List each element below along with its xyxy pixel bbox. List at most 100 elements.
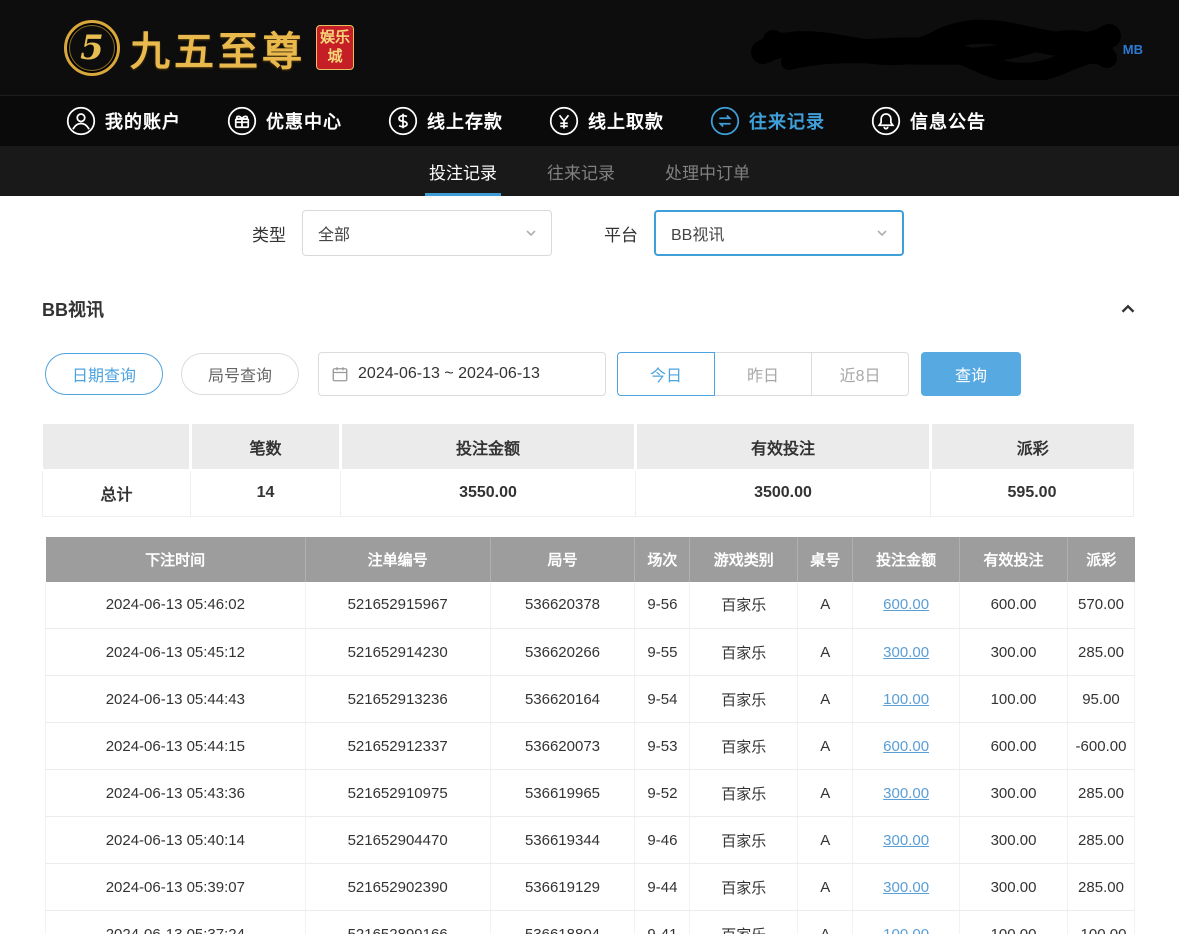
nav-item-promotions[interactable]: 优惠中心 (227, 106, 342, 136)
table-no-cell: A (798, 911, 853, 934)
bets-table: 下注时间 注单编号 局号 场次 游戏类别 桌号 投注金额 有效投注 派彩 202… (45, 537, 1135, 934)
summary-corner-cell (43, 424, 191, 470)
search-button[interactable]: 查询 (921, 352, 1021, 396)
session-cell: 9-44 (635, 864, 690, 911)
logo-badge: 娱乐城 (316, 25, 354, 71)
withdraw-coin-icon (549, 106, 579, 136)
sub-nav: 投注记录 往来记录 处理中订单 (0, 146, 1179, 196)
nav-item-deposit[interactable]: 线上存款 (388, 106, 503, 136)
table-row: 2024-06-13 05:40:14521652904470536619344… (46, 817, 1135, 864)
payout-cell: 285.00 (1067, 770, 1134, 817)
nav-item-withdraw[interactable]: 线上取款 (549, 106, 664, 136)
table-row: 2024-06-13 05:37:24521652899166536618804… (46, 911, 1135, 934)
type-select-value: 全部 (318, 221, 350, 245)
yesterday-button[interactable]: 昨日 (714, 352, 812, 396)
date-range-value: 2024-06-13 ~ 2024-06-13 (358, 365, 540, 383)
bet-amount-link[interactable]: 100.00 (883, 926, 929, 934)
summary-count-value: 14 (191, 470, 341, 516)
bet-time-cell: 2024-06-13 05:40:14 (46, 817, 306, 864)
nav-item-transaction-records[interactable]: 往来记录 (710, 106, 825, 136)
nav-item-announcements[interactable]: 信息公告 (871, 106, 986, 136)
bell-icon (871, 106, 901, 136)
summary-header-valid-bet: 有效投注 (636, 424, 931, 470)
column-header-round-no: 局号 (490, 537, 635, 582)
logo-symbol: 5 (80, 28, 104, 68)
bet-amount-link[interactable]: 300.00 (883, 785, 929, 802)
table-row: 2024-06-13 05:39:07521652902390536619129… (46, 864, 1135, 911)
bet-amount-link[interactable]: 300.00 (883, 879, 929, 896)
table-no-cell: A (798, 770, 853, 817)
quick-date-group: 今日 昨日 近8日 (617, 352, 909, 396)
bet-amount-cell: 300.00 (853, 864, 960, 911)
last-8-days-button[interactable]: 近8日 (811, 352, 909, 396)
session-cell: 9-41 (635, 911, 690, 934)
game-type-cell: 百家乐 (690, 770, 798, 817)
payout-cell: 95.00 (1067, 676, 1134, 723)
payout-cell: 285.00 (1067, 629, 1134, 676)
date-range-picker[interactable]: 2024-06-13 ~ 2024-06-13 (318, 352, 606, 396)
summary-bet-amount-value: 3550.00 (341, 470, 636, 516)
bet-amount-link[interactable]: 300.00 (883, 644, 929, 661)
nav-item-label: 信息公告 (910, 108, 986, 134)
valid-bet-cell: 300.00 (960, 864, 1068, 911)
summary-total-label: 总计 (43, 470, 191, 516)
bet-id-cell: 521652899166 (305, 911, 490, 934)
bet-time-cell: 2024-06-13 05:39:07 (46, 864, 306, 911)
bet-amount-link[interactable]: 300.00 (883, 832, 929, 849)
game-type-cell: 百家乐 (690, 723, 798, 770)
session-cell: 9-53 (635, 723, 690, 770)
bet-id-cell: 521652915967 (305, 582, 490, 629)
user-icon (66, 106, 96, 136)
table-no-cell: A (798, 582, 853, 629)
round-query-button[interactable]: 局号查询 (181, 353, 299, 395)
table-no-cell: A (798, 723, 853, 770)
bet-time-cell: 2024-06-13 05:44:43 (46, 676, 306, 723)
bet-time-cell: 2024-06-13 05:37:24 (46, 911, 306, 934)
bet-amount-link[interactable]: 100.00 (883, 691, 929, 708)
bet-id-cell: 521652913236 (305, 676, 490, 723)
table-no-cell: A (798, 864, 853, 911)
tab-processing-orders[interactable]: 处理中订单 (661, 146, 754, 196)
valid-bet-cell: 600.00 (960, 582, 1068, 629)
valid-bet-cell: 300.00 (960, 817, 1068, 864)
nav-item-label: 线上取款 (588, 108, 664, 134)
logo-emblem-icon: 5 (64, 20, 120, 76)
session-cell: 9-46 (635, 817, 690, 864)
session-cell: 9-54 (635, 676, 690, 723)
round-no-cell: 536618804 (490, 911, 635, 934)
session-cell: 9-52 (635, 770, 690, 817)
nav-item-my-account[interactable]: 我的账户 (66, 106, 181, 136)
summary-payout-value: 595.00 (931, 470, 1134, 516)
column-header-bet-time: 下注时间 (46, 537, 306, 582)
platform-select[interactable]: BB视讯 (654, 210, 904, 256)
collapse-section-button[interactable] (1117, 298, 1139, 320)
round-no-cell: 536620164 (490, 676, 635, 723)
query-toolbar: 日期查询 局号查询 2024-06-13 ~ 2024-06-13 今日 昨日 … (45, 352, 1179, 396)
today-button[interactable]: 今日 (617, 352, 715, 396)
game-type-cell: 百家乐 (690, 629, 798, 676)
tab-betting-records[interactable]: 投注记录 (425, 146, 501, 196)
bet-amount-link[interactable]: 600.00 (883, 596, 929, 613)
round-no-cell: 536620266 (490, 629, 635, 676)
date-query-button[interactable]: 日期查询 (45, 353, 163, 395)
type-select[interactable]: 全部 (302, 210, 552, 256)
tab-transaction-records[interactable]: 往来记录 (543, 146, 619, 196)
valid-bet-cell: 100.00 (960, 911, 1068, 934)
payout-cell: 285.00 (1067, 864, 1134, 911)
bet-amount-cell: 100.00 (853, 911, 960, 934)
column-header-valid-bet: 有效投注 (960, 537, 1068, 582)
table-row: 2024-06-13 05:46:02521652915967536620378… (46, 582, 1135, 629)
valid-bet-cell: 300.00 (960, 770, 1068, 817)
section-header: BB视讯 (0, 296, 1179, 322)
nav-item-label: 我的账户 (105, 108, 181, 134)
table-row: 2024-06-13 05:43:36521652910975536619965… (46, 770, 1135, 817)
round-no-cell: 536620073 (490, 723, 635, 770)
bet-amount-link[interactable]: 600.00 (883, 738, 929, 755)
summary-valid-bet-value: 3500.00 (636, 470, 931, 516)
exchange-icon (710, 106, 740, 136)
bet-amount-cell: 600.00 (853, 582, 960, 629)
bet-time-cell: 2024-06-13 05:45:12 (46, 629, 306, 676)
bet-time-cell: 2024-06-13 05:44:15 (46, 723, 306, 770)
session-cell: 9-55 (635, 629, 690, 676)
site-logo[interactable]: 5 九五至尊 娱乐城 (64, 19, 354, 77)
